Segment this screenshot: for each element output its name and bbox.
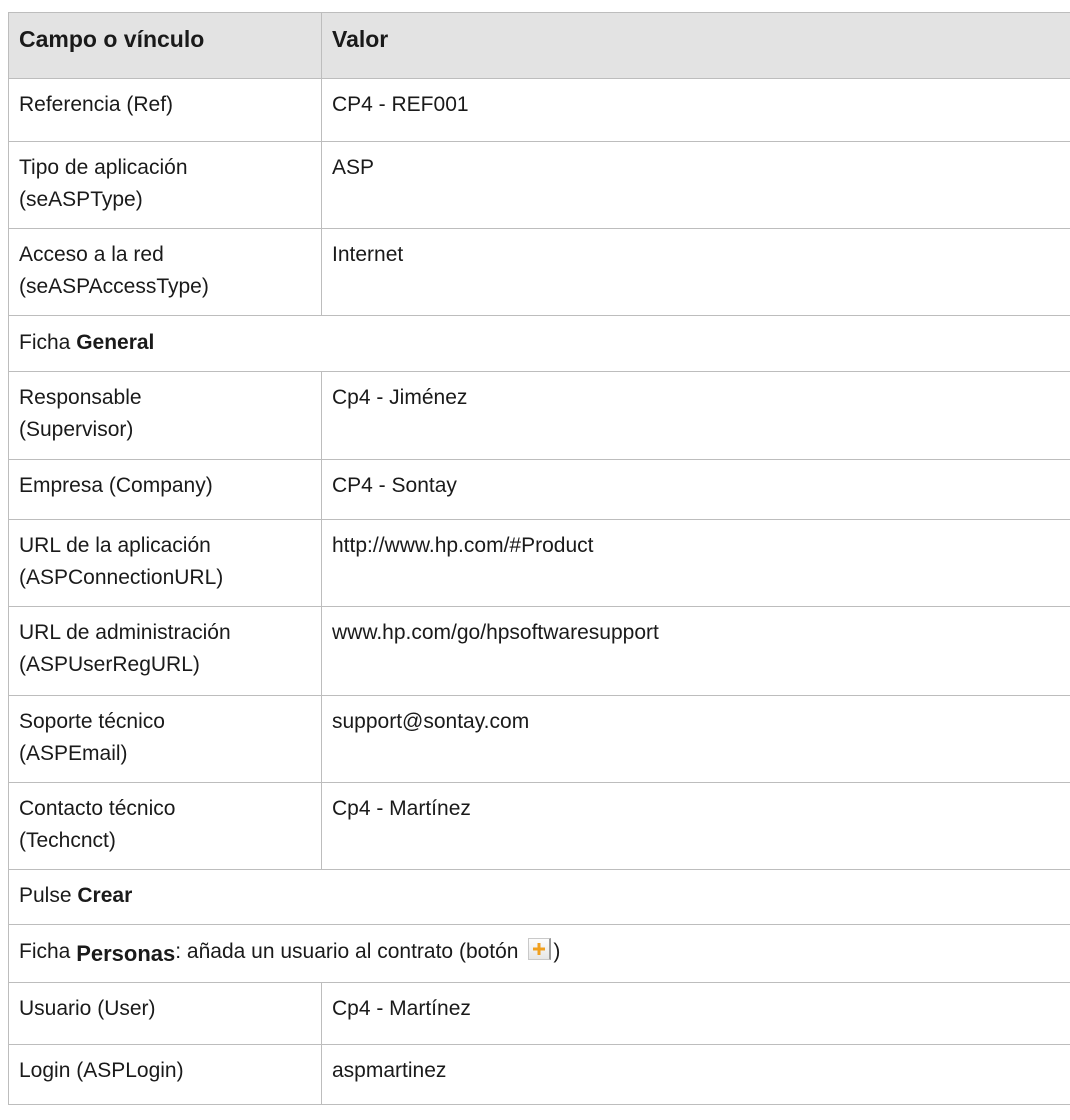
section-instruction-end: ) bbox=[553, 940, 561, 963]
field-name: (seASPAccessType) bbox=[19, 275, 209, 298]
value-cell: CP4 - Sontay bbox=[321, 459, 1070, 520]
field-cell: Tipo de aplicación (seASPType) bbox=[8, 141, 322, 229]
table-row: Soporte técnico (ASPEmail) support@sontay… bbox=[8, 695, 1070, 783]
field-cell: Referencia (Ref) bbox=[8, 78, 322, 142]
field-label: Referencia (Ref) bbox=[19, 93, 174, 116]
value-cell: Cp4 - Jiménez bbox=[321, 371, 1070, 460]
section-tab-name: General bbox=[76, 331, 155, 354]
field-cell: URL de la aplicación (ASPConnectionURL) bbox=[8, 519, 322, 607]
table-row: URL de administración (ASPUserRegURL) www… bbox=[8, 606, 1070, 696]
create-action-label: Crear bbox=[77, 884, 133, 907]
value-cell: support@sontay.com bbox=[321, 695, 1070, 783]
table-row: Login (ASPLogin) aspmartinez bbox=[8, 1044, 1070, 1105]
table-row: Usuario (User) Cp4 - Martínez bbox=[8, 982, 1070, 1045]
value-cell: www.hp.com/go/hpsoftwaresupport bbox=[321, 606, 1070, 696]
table-row: Empresa (Company) CP4 - Sontay bbox=[8, 459, 1070, 520]
section-instruction: : añada un usuario al contrato (botón bbox=[175, 940, 525, 963]
field-label: Contacto técnico bbox=[19, 797, 176, 820]
value-cell: aspmartinez bbox=[321, 1044, 1070, 1105]
section-prefix: Pulse bbox=[19, 884, 78, 907]
section-row-personas: Ficha Personas: añada un usuario al cont… bbox=[8, 924, 1070, 983]
value-cell: Cp4 - Martínez bbox=[321, 782, 1070, 870]
field-cell: Login (ASPLogin) bbox=[8, 1044, 322, 1105]
section-tab-name: Personas bbox=[76, 941, 176, 966]
table-row: Contacto técnico (Techcnct) Cp4 - Martíne… bbox=[8, 782, 1070, 870]
table-row: Tipo de aplicación (seASPType) ASP bbox=[8, 141, 1070, 229]
value-cell: ASP bbox=[321, 141, 1070, 229]
add-plus-icon[interactable] bbox=[528, 938, 552, 960]
field-label: Responsable bbox=[19, 386, 142, 409]
table-row: Referencia (Ref) CP4 - REF001 bbox=[8, 78, 1070, 142]
field-label: URL de la aplicación bbox=[19, 534, 211, 557]
table-row: URL de la aplicación (ASPConnectionURL) h… bbox=[8, 519, 1070, 607]
section-cell: Ficha Personas: añada un usuario al cont… bbox=[8, 924, 1070, 983]
field-cell: Acceso a la red (seASPAccessType) bbox=[8, 228, 322, 316]
section-prefix: Ficha bbox=[19, 940, 77, 963]
field-name: (seASPType) bbox=[19, 188, 143, 211]
table-row: Acceso a la red (seASPAccessType) Interne… bbox=[8, 228, 1070, 316]
value-cell: Internet bbox=[321, 228, 1070, 316]
value-cell: CP4 - REF001 bbox=[321, 78, 1070, 142]
column-header-field: Campo o vínculo bbox=[8, 12, 322, 79]
value-cell: http://www.hp.com/#Product bbox=[321, 519, 1070, 607]
field-cell: Contacto técnico (Techcnct) bbox=[8, 782, 322, 870]
table-header-row: Campo o vínculo Valor bbox=[8, 12, 1070, 79]
field-cell: Usuario (User) bbox=[8, 982, 322, 1045]
section-row-general: Ficha General bbox=[8, 315, 1070, 372]
field-label: Tipo de aplicación bbox=[19, 156, 188, 179]
field-name: (ASPEmail) bbox=[19, 742, 128, 765]
field-label: Soporte técnico bbox=[19, 710, 165, 733]
field-cell: URL de administración (ASPUserRegURL) bbox=[8, 606, 322, 696]
field-name: (Techcnct) bbox=[19, 829, 116, 852]
field-label: URL de administración bbox=[19, 621, 231, 644]
field-cell: Soporte técnico (ASPEmail) bbox=[8, 695, 322, 783]
section-cell: Ficha General bbox=[8, 315, 1070, 372]
table-row: Responsable (Supervisor) Cp4 - Jiménez bbox=[8, 371, 1070, 460]
section-cell: Pulse Crear bbox=[8, 869, 1070, 925]
column-header-value: Valor bbox=[321, 12, 1070, 79]
field-label: Usuario (User) bbox=[19, 997, 156, 1020]
section-prefix: Ficha bbox=[19, 331, 77, 354]
field-name: (ASPUserRegURL) bbox=[19, 653, 200, 676]
field-label: Login (ASPLogin) bbox=[19, 1059, 184, 1082]
field-label: Empresa (Company) bbox=[19, 474, 213, 497]
field-cell: Responsable (Supervisor) bbox=[8, 371, 322, 460]
field-name: (ASPConnectionURL) bbox=[19, 566, 224, 589]
field-cell: Empresa (Company) bbox=[8, 459, 322, 520]
field-label: Acceso a la red bbox=[19, 243, 164, 266]
fields-table: Campo o vínculo Valor Referencia (Ref) C… bbox=[8, 12, 1070, 1105]
value-cell: Cp4 - Martínez bbox=[321, 982, 1070, 1045]
plus-icon bbox=[533, 943, 546, 955]
field-name: (Supervisor) bbox=[19, 418, 134, 441]
section-row-crear: Pulse Crear bbox=[8, 869, 1070, 925]
